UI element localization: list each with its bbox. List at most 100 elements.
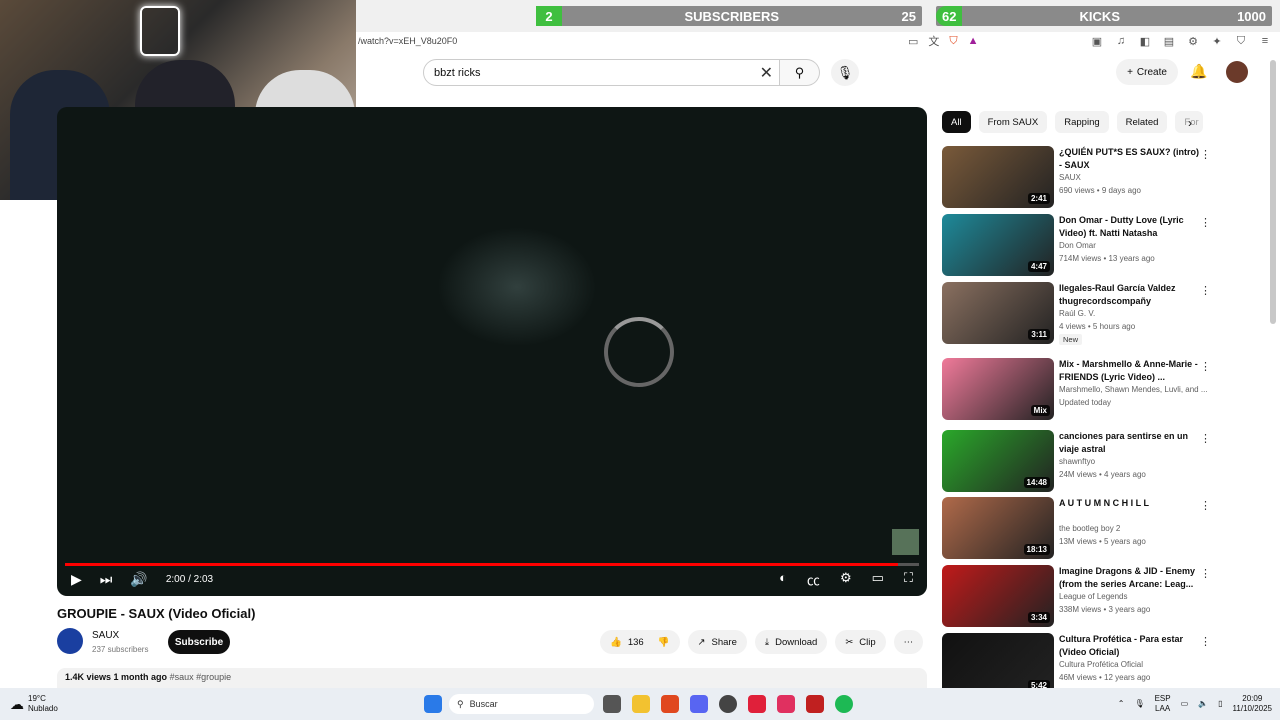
settings-gear-icon[interactable]: ⚙ <box>840 570 852 589</box>
create-button[interactable]: + Create <box>1116 59 1178 85</box>
clear-search-icon[interactable]: ✕ <box>760 63 773 83</box>
video-thumbnail[interactable]: 14:48 <box>942 430 1054 492</box>
brave-shield-icon[interactable]: ⛉ <box>949 35 957 48</box>
recommendation-item[interactable]: 3:11 Ilegales-Raul García Valdez thugreco… <box>942 282 1232 346</box>
recommendation-title[interactable]: A U T U M N C H I L L <box>1059 497 1199 510</box>
captions-icon[interactable]: ㏄ <box>807 570 820 589</box>
menu-icon[interactable]: ≡ <box>1258 35 1272 47</box>
video-thumbnail[interactable]: 18:13 <box>942 497 1054 559</box>
video-thumbnail[interactable]: Mix <box>942 358 1054 420</box>
description-box[interactable]: 1.4K views 1 month ago #saux #groupie <box>57 668 927 688</box>
shield-icon[interactable]: ⛉ <box>1234 35 1248 48</box>
vpn-icon[interactable]: ⚙ <box>1186 35 1200 48</box>
recommendation-title[interactable]: ¿QUIÉN PUT*S ES SAUX? (intro) - SAUX <box>1059 146 1199 172</box>
search-button[interactable]: ⚲ <box>780 59 820 86</box>
recommendation-item[interactable]: 2:41 ¿QUIÉN PUT*S ES SAUX? (intro) - SAUX… <box>942 146 1232 210</box>
file-explorer-icon[interactable] <box>632 695 650 713</box>
more-options-icon[interactable]: ⋮ <box>1200 635 1211 648</box>
play-icon[interactable]: ▶ <box>71 571 82 588</box>
brave-rewards-icon[interactable]: ▲ <box>968 35 979 47</box>
tf-app-icon[interactable] <box>806 695 824 713</box>
recommendation-item[interactable]: 14:48 canciones para sentirse en un viaje… <box>942 430 1232 494</box>
thumbs-down-icon[interactable]: 👎 <box>658 637 670 648</box>
subscribe-button[interactable]: Subscribe <box>168 630 230 654</box>
video-thumbnail[interactable]: 4:47 <box>942 214 1054 276</box>
language-indicator[interactable]: ESP LAA <box>1155 694 1171 714</box>
download-button[interactable]: ⤓ Download <box>754 630 828 654</box>
music-icon[interactable]: ♫ <box>1114 35 1128 47</box>
channel-avatar[interactable] <box>57 628 83 654</box>
recommendation-channel[interactable]: Don Omar <box>1059 241 1096 250</box>
chevron-right-icon[interactable]: › <box>1188 116 1192 130</box>
recommendation-item[interactable]: 4:47 Don Omar - Dutty Love (Lyric Video) … <box>942 214 1232 278</box>
account-avatar[interactable] <box>1226 61 1248 83</box>
clock[interactable]: 20:09 11/10/2025 <box>1233 694 1272 714</box>
channel-name[interactable]: SAUX <box>92 630 119 641</box>
more-options-icon[interactable]: ⋮ <box>1200 148 1211 161</box>
recommendation-channel[interactable]: Marshmello, Shawn Mendes, Luvli, and ... <box>1059 385 1208 394</box>
recommendation-title[interactable]: Cultura Profética - Para estar (Video Of… <box>1059 633 1199 659</box>
notifications-bell-icon[interactable]: 🔔 <box>1190 63 1207 80</box>
recommendation-title[interactable]: Imagine Dragons & JID - Enemy (from the … <box>1059 565 1199 591</box>
battery-icon[interactable]: ▯ <box>1218 699 1222 709</box>
scrollbar[interactable] <box>1270 60 1276 324</box>
volume-icon[interactable]: 🔊 <box>130 571 147 588</box>
tab-icon[interactable]: ▣ <box>1090 35 1104 48</box>
fullscreen-icon[interactable]: ⛶ <box>904 570 913 589</box>
recommendation-channel[interactable]: Cultura Profética Oficial <box>1059 660 1143 669</box>
wallet-icon[interactable]: ▤ <box>1162 35 1176 48</box>
recommendation-item[interactable]: 18:13 A U T U M N C H I L L the bootleg bo… <box>942 497 1232 561</box>
network-icon[interactable]: ▭ <box>1181 699 1189 709</box>
more-options-icon[interactable]: ⋮ <box>1200 499 1211 512</box>
more-options-icon[interactable]: ⋮ <box>1200 432 1211 445</box>
more-options-icon[interactable]: ⋮ <box>1200 567 1211 580</box>
brave-browser-icon[interactable] <box>661 695 679 713</box>
cast-icon[interactable]: ▭ <box>908 35 918 48</box>
voice-search-button[interactable]: 🎙 <box>831 59 859 86</box>
chip-rapping[interactable]: Rapping <box>1055 111 1109 133</box>
chip-all[interactable]: All <box>942 111 971 133</box>
taskbar-search[interactable]: ⚲ Buscar <box>449 694 594 714</box>
more-actions-button[interactable]: ⋯ <box>893 630 924 654</box>
recommendation-channel[interactable]: Raúl G. V. <box>1059 309 1095 318</box>
like-dislike-button[interactable]: 👍 136 👎 <box>600 630 680 654</box>
hashtags[interactable]: #saux #groupie <box>170 672 232 682</box>
recommendation-item[interactable]: Mix Mix - Marshmello & Anne-Marie - FRIEN… <box>942 358 1232 422</box>
theater-mode-icon[interactable]: ▭ <box>872 570 884 589</box>
windows-start-icon[interactable] <box>424 695 442 713</box>
task-view-icon[interactable] <box>603 695 621 713</box>
weather-widget[interactable]: ☁ 19°C Nublado <box>10 694 58 714</box>
recommendation-channel[interactable]: SAUX <box>1059 173 1081 182</box>
video-thumbnail[interactable]: 2:41 <box>942 146 1054 208</box>
recommendation-title[interactable]: Mix - Marshmello & Anne-Marie - FRIENDS … <box>1059 358 1199 384</box>
discord-icon[interactable] <box>690 695 708 713</box>
microphone-tray-icon[interactable]: 🎙 <box>1134 699 1144 709</box>
recommendation-item[interactable]: 3:34 Imagine Dragons & JID - Enemy (from … <box>942 565 1232 629</box>
video-thumbnail[interactable]: 5:42 <box>942 633 1054 695</box>
chip-related[interactable]: Related <box>1116 111 1168 133</box>
recommendation-channel[interactable]: League of Legends <box>1059 592 1128 601</box>
speaker-icon[interactable]: 🔈 <box>1198 699 1208 709</box>
thumbs-up-icon[interactable]: 👍 <box>610 637 622 648</box>
recommendation-title[interactable]: canciones para sentirse en un viaje astr… <box>1059 430 1199 456</box>
video-player[interactable]: ▶ ⏭ 🔊 2:00 / 2:03 ◐ ㏄ ⚙ ▭ ⛶ <box>57 107 927 596</box>
chevron-up-icon[interactable]: ⌃ <box>1118 699 1125 709</box>
ai-icon[interactable]: ✦ <box>1210 35 1224 48</box>
obs-icon[interactable] <box>719 695 737 713</box>
autoplay-toggle-icon[interactable]: ◐ <box>779 570 787 589</box>
sidebar-icon[interactable]: ◧ <box>1138 35 1152 48</box>
more-options-icon[interactable]: ⋮ <box>1200 360 1211 373</box>
recommendation-channel[interactable]: shawnftyo <box>1059 457 1095 466</box>
translate-icon[interactable]: 文 <box>928 33 939 49</box>
chip-from-saux[interactable]: From SAUX <box>978 111 1048 133</box>
share-button[interactable]: ↗ Share <box>687 630 747 654</box>
more-options-icon[interactable]: ⋮ <box>1200 284 1211 297</box>
record-app-icon[interactable] <box>748 695 766 713</box>
recommendation-title[interactable]: Ilegales-Raul García Valdez thugrecordsc… <box>1059 282 1199 308</box>
recommendation-title[interactable]: Don Omar - Dutty Love (Lyric Video) ft. … <box>1059 214 1199 240</box>
video-thumbnail[interactable]: 3:34 <box>942 565 1054 627</box>
next-icon[interactable]: ⏭ <box>100 571 113 588</box>
recommendation-channel[interactable]: the bootleg boy 2 <box>1059 524 1120 533</box>
spotify-icon[interactable] <box>835 695 853 713</box>
tiktok-icon[interactable] <box>777 695 795 713</box>
